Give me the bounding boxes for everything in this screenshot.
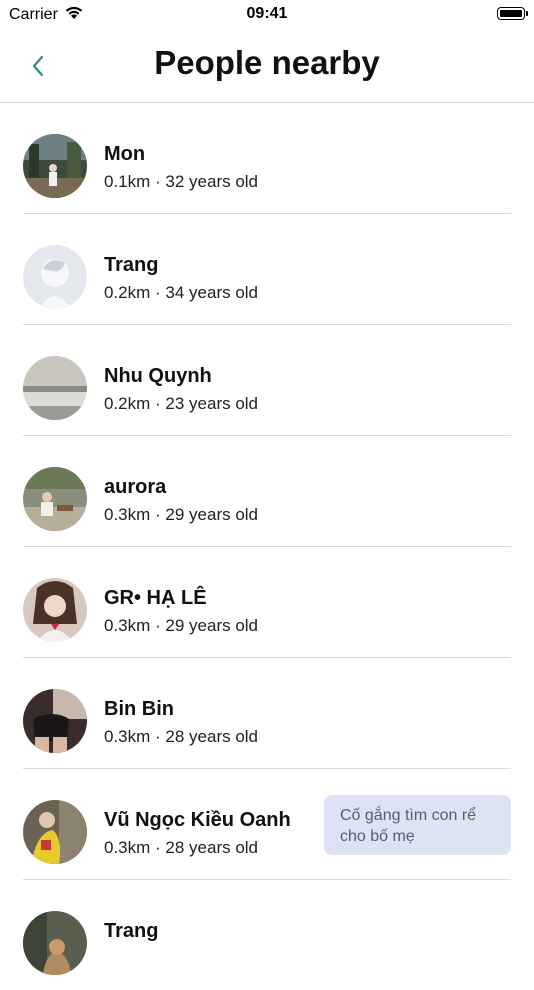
person-meta: 0.2km · 34 years old: [104, 283, 259, 302]
person-name: Mon: [104, 143, 146, 165]
person-row[interactable]: Trang: [23, 880, 511, 990]
avatar: [23, 356, 87, 420]
avatar: [23, 578, 87, 642]
avatar: [23, 245, 87, 309]
person-name: Nhu Quynh: [104, 365, 212, 387]
person-name: Vũ Ngọc Kiều Oanh: [104, 809, 291, 831]
avatar: [23, 134, 87, 198]
person-meta: 0.3km · 29 years old: [104, 505, 259, 524]
avatar: [23, 467, 87, 531]
status-bar: Carrier 09:41: [0, 0, 534, 30]
person-meta: 0.1km · 32 years old: [104, 172, 259, 191]
person-meta: 0.3km · 29 years old: [104, 616, 259, 635]
people-list: Mon 0.1km · 32 years old Trang 0.2km · 3…: [0, 103, 534, 990]
person-row[interactable]: Trang 0.2km · 34 years old: [23, 214, 511, 325]
person-name: GR• HẠ LÊ: [104, 587, 207, 609]
person-row[interactable]: Bin Bin 0.3km · 28 years old: [23, 658, 511, 769]
person-name: Trang: [104, 254, 159, 276]
person-row[interactable]: Vũ Ngọc Kiều Oanh 0.3km · 28 years old C…: [23, 769, 511, 880]
person-name: Trang: [104, 920, 159, 942]
person-row[interactable]: Nhu Quynh 0.2km · 23 years old: [23, 325, 511, 436]
avatar: [23, 689, 87, 753]
person-name: Bin Bin: [104, 698, 174, 720]
status-time: 09:41: [246, 5, 288, 22]
person-name: aurora: [104, 476, 167, 498]
person-meta: 0.3km · 28 years old: [104, 727, 259, 746]
avatar: [23, 800, 87, 864]
navigation-bar: People nearby: [0, 30, 534, 103]
avatar: [23, 911, 87, 975]
person-meta: 0.2km · 23 years old: [104, 394, 259, 413]
person-row[interactable]: Mon 0.1km · 32 years old: [23, 103, 511, 214]
status-note: Cố gắng tìm con rể cho bố mẹ: [324, 795, 511, 855]
person-meta: 0.3km · 28 years old: [104, 838, 259, 857]
page-title: People nearby: [154, 44, 380, 81]
person-row[interactable]: aurora 0.3km · 29 years old: [23, 436, 511, 547]
battery-icon: [497, 7, 528, 20]
person-row[interactable]: GR• HẠ LÊ 0.3km · 29 years old: [23, 547, 511, 658]
